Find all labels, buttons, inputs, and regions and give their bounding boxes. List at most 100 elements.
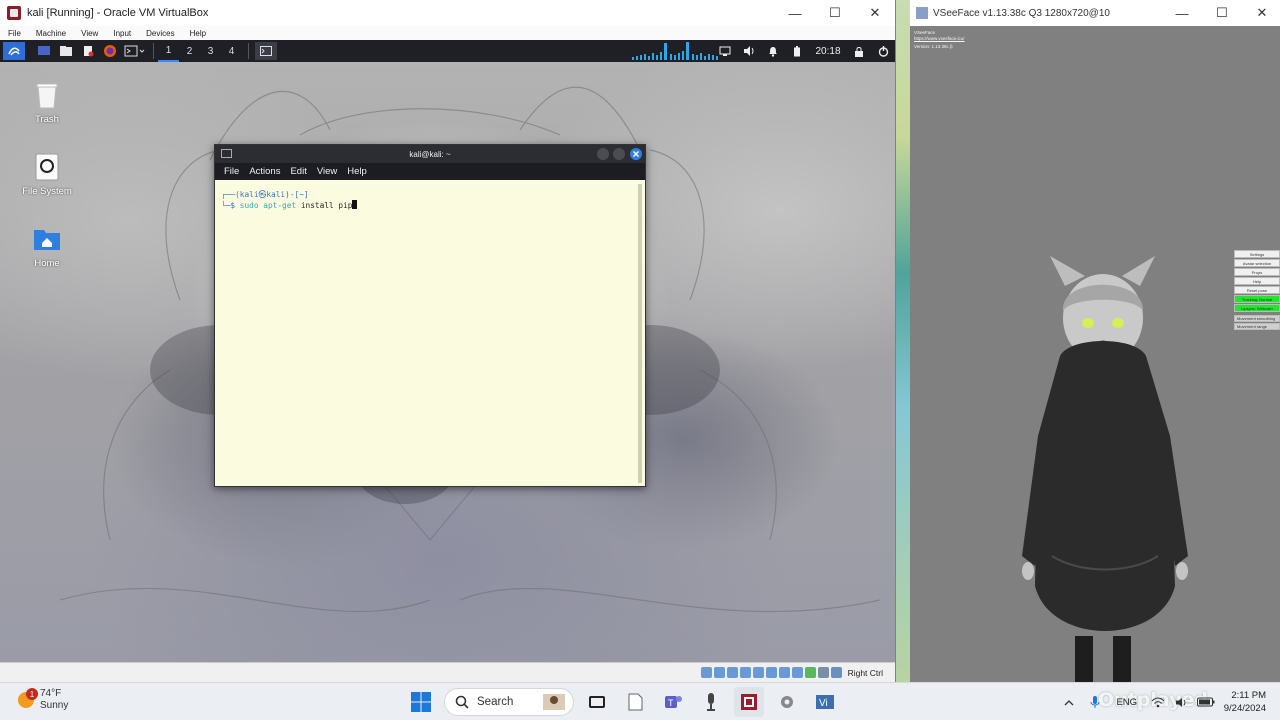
firefox-icon[interactable] — [99, 42, 121, 60]
vsee-props-button[interactable]: Props — [1234, 268, 1280, 276]
taskbar-terminal-window[interactable] — [255, 42, 277, 60]
taskbar-app-microphone[interactable] — [696, 687, 726, 717]
taskbar-app-notepad[interactable] — [620, 687, 650, 717]
terminal-menu-view[interactable]: View — [317, 166, 337, 177]
clock-time: 2:11 PM — [1231, 690, 1266, 701]
wifi-icon[interactable] — [1146, 697, 1170, 708]
vsee-reset-pose-button[interactable]: Reset pose — [1234, 286, 1280, 294]
workspace-1[interactable]: 1 — [158, 40, 179, 62]
language-indicator[interactable]: ENG — [1108, 697, 1146, 708]
microphone-app-icon — [707, 693, 715, 711]
terminal-launcher-icon[interactable] — [121, 42, 149, 60]
mouse-integration-status-icon[interactable] — [817, 667, 829, 678]
vseeface-title-bar[interactable]: VSeeFace v1.13.38c Q3 1280x720@10 — ☐ ✕ — [910, 0, 1280, 26]
recording-status-icon[interactable] — [791, 667, 803, 678]
close-button[interactable]: ✕ — [855, 0, 895, 26]
usb-status-icon[interactable] — [752, 667, 764, 678]
terminal-output[interactable]: ┌──(kali㉿kali)-[~] └─$ sudo apt-get inst… — [215, 180, 645, 486]
show-desktop-icon[interactable] — [33, 42, 55, 60]
menu-machine[interactable]: Machine — [36, 29, 66, 38]
weather-description: Sunny — [40, 700, 69, 711]
power-icon[interactable] — [871, 40, 895, 62]
keyboard-capture-status-icon[interactable] — [830, 667, 842, 678]
weather-temperature: 74°F — [40, 688, 62, 699]
virtualbox-window-title: kali [Running] - Oracle VM VirtualBox — [27, 7, 209, 19]
terminal-menu-edit[interactable]: Edit — [290, 166, 306, 177]
network-status-icon[interactable] — [739, 667, 751, 678]
desktop-icon-home[interactable]: Home — [7, 224, 87, 269]
microphone-icon[interactable] — [1082, 695, 1108, 709]
terminal-title-bar[interactable]: kali@kali: ~ — [215, 145, 645, 163]
taskbar-app-teams[interactable]: T — [658, 687, 688, 717]
vsee-movement-smoothing-slider[interactable]: Movement smoothing — [1234, 315, 1280, 322]
terminal-cmd-args: install pip — [300, 201, 353, 210]
teams-icon: T — [665, 696, 682, 708]
virtualbox-status-bar: Right Ctrl — [0, 662, 895, 682]
kali-menu-icon[interactable] — [3, 42, 25, 60]
hard-disk-status-icon[interactable] — [700, 667, 712, 678]
terminal-window[interactable]: kali@kali: ~ File Actions Edit View Help… — [214, 144, 646, 487]
vsee-lipsync-toggle[interactable]: Lipsync: Webcam — [1234, 304, 1280, 312]
minimize-button[interactable]: — — [1162, 0, 1202, 26]
menu-file[interactable]: File — [8, 29, 21, 38]
close-button[interactable]: ✕ — [1242, 0, 1280, 26]
notification-bell-icon[interactable] — [761, 40, 785, 62]
terminal-cursor — [352, 200, 358, 209]
vsee-avatar-selection-button[interactable]: Avatar selection — [1234, 259, 1280, 267]
chevron-up-icon[interactable] — [1056, 699, 1082, 706]
taskbar-app-settings[interactable] — [772, 687, 802, 717]
task-view-button[interactable] — [582, 687, 612, 717]
minimize-button[interactable]: — — [775, 0, 815, 26]
gear-icon — [781, 696, 793, 708]
start-button[interactable] — [406, 687, 436, 717]
menu-help[interactable]: Help — [190, 29, 206, 38]
terminal-menu-actions[interactable]: Actions — [249, 166, 280, 177]
kali-system-tray: 20:18 — [713, 40, 895, 62]
menu-input[interactable]: Input — [113, 29, 131, 38]
terminal-menu-help[interactable]: Help — [347, 166, 367, 177]
vsee-tracking-toggle[interactable]: Tracking: Normal — [1234, 295, 1280, 303]
desktop-icon-trash[interactable]: Trash — [7, 80, 87, 125]
kali-guest-display[interactable]: 1 2 3 4 20:18 Trash File System Home kal… — [0, 40, 895, 662]
terminal-maximize-button[interactable] — [613, 148, 625, 160]
shared-folders-status-icon[interactable] — [765, 667, 777, 678]
terminal-minimize-button[interactable] — [597, 148, 609, 160]
text-editor-icon[interactable] — [77, 42, 99, 60]
weather-widget[interactable]: 1 74°F Sunny — [18, 688, 68, 712]
menu-devices[interactable]: Devices — [146, 29, 174, 38]
vseeface-link[interactable]: https://www.vseeface.icu/ — [914, 36, 965, 42]
vt-x-status-icon[interactable] — [804, 667, 816, 678]
taskbar-search-box[interactable]: Search — [444, 688, 574, 716]
kali-panel-clock[interactable]: 20:18 — [809, 40, 847, 62]
terminal-close-button[interactable] — [630, 148, 642, 160]
vseeface-info: VSeeFace https://www.vseeface.icu/ Versi… — [914, 30, 965, 50]
desktop-icon-file-system[interactable]: File System — [7, 152, 87, 197]
audio-status-icon[interactable] — [726, 667, 738, 678]
virtualbox-icon — [741, 694, 757, 710]
battery-icon[interactable] — [1194, 697, 1218, 707]
workspace-4[interactable]: 4 — [221, 40, 242, 62]
battery-icon[interactable] — [785, 40, 809, 62]
display-status-icon[interactable] — [778, 667, 790, 678]
vsee-help-button[interactable]: Help — [1234, 277, 1280, 285]
taskbar-app-virtualbox[interactable] — [734, 687, 764, 717]
system-clock[interactable]: 2:11 PM 9/24/2024 — [1224, 689, 1266, 715]
volume-icon[interactable] — [737, 40, 761, 62]
speaker-icon[interactable] — [1170, 697, 1194, 708]
vsee-settings-button[interactable]: Settings — [1234, 250, 1280, 258]
lock-icon[interactable] — [847, 40, 871, 62]
vseeface-canvas[interactable]: VSeeFace https://www.vseeface.icu/ Versi… — [910, 26, 1280, 682]
optical-drive-status-icon[interactable] — [713, 667, 725, 678]
maximize-button[interactable]: ☐ — [815, 0, 855, 26]
file-manager-icon[interactable] — [55, 42, 77, 60]
terminal-menu-file[interactable]: File — [224, 166, 239, 177]
workspace-2[interactable]: 2 — [179, 40, 200, 62]
workspace-3[interactable]: 3 — [200, 40, 221, 62]
display-icon[interactable] — [713, 40, 737, 62]
vsee-movement-range-slider[interactable]: Movement range — [1234, 323, 1280, 330]
maximize-button[interactable]: ☐ — [1202, 0, 1242, 26]
virtualbox-title-bar[interactable]: kali [Running] - Oracle VM VirtualBox — … — [0, 0, 895, 26]
terminal-scrollbar[interactable] — [638, 184, 642, 483]
taskbar-app-vseeface[interactable]: Vi — [810, 687, 840, 717]
menu-view[interactable]: View — [81, 29, 98, 38]
